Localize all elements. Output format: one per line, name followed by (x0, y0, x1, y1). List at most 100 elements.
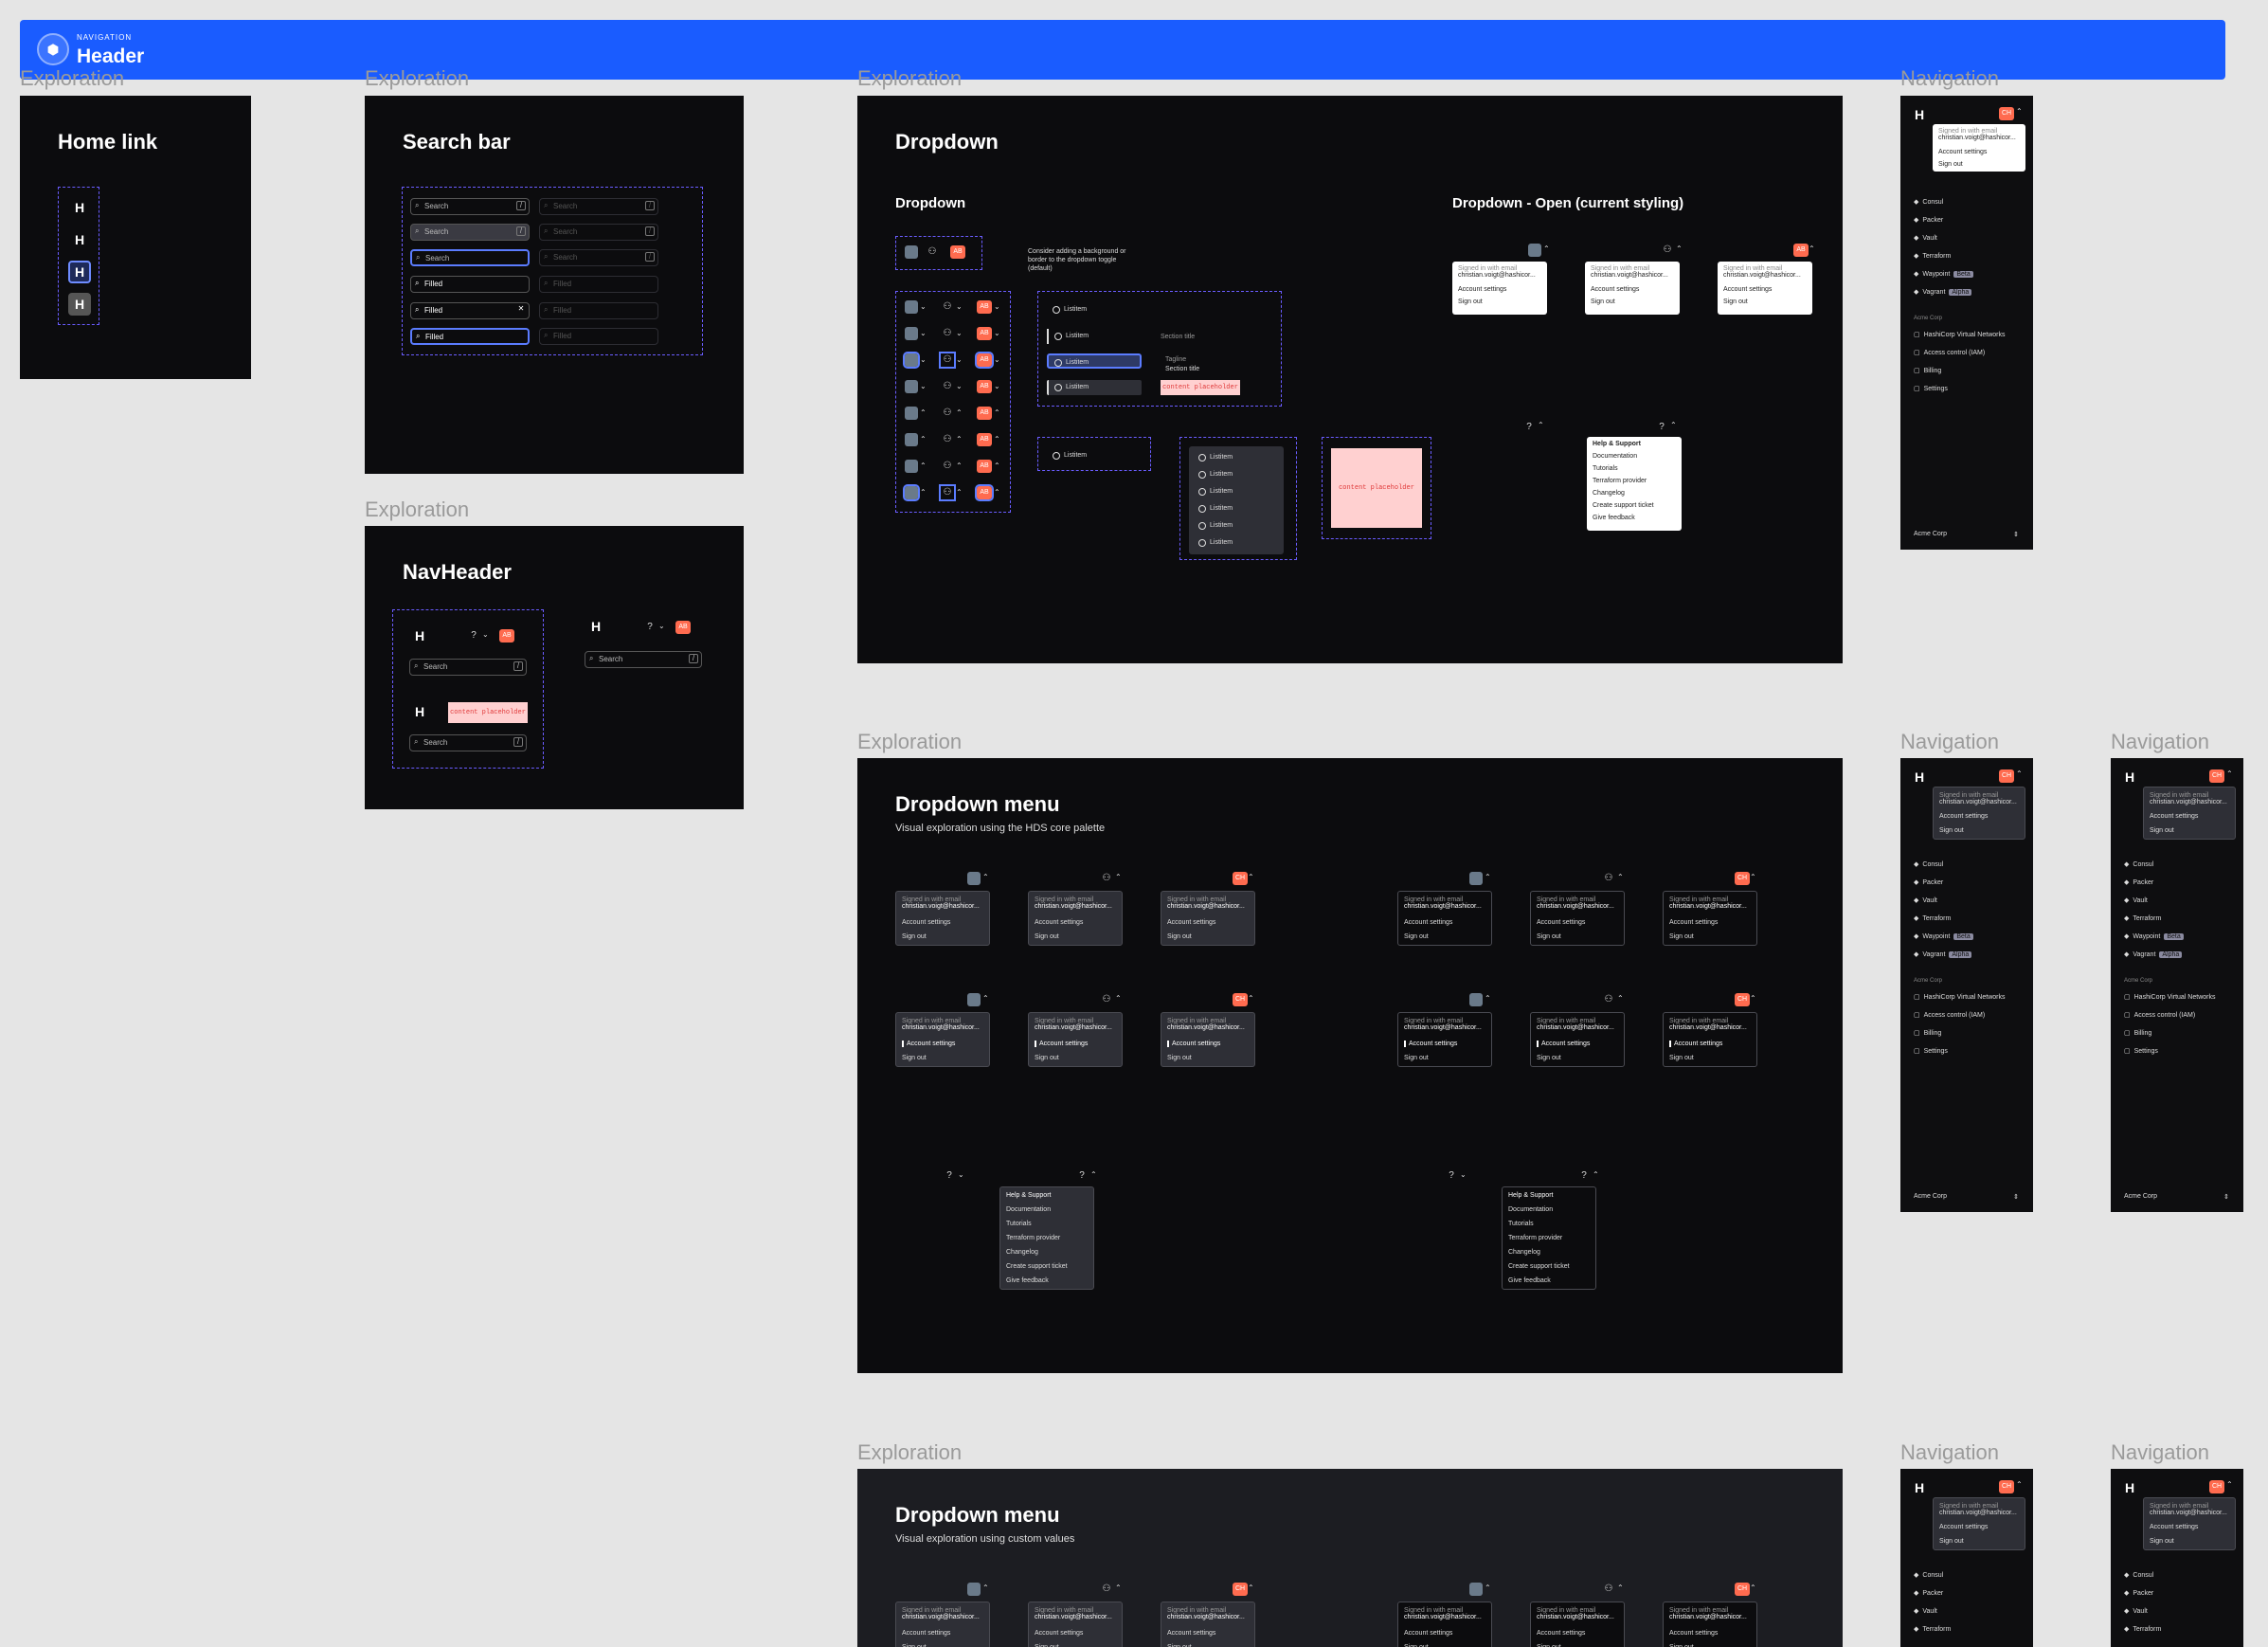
nav-item[interactable]: ▢ Access control (IAM) (1914, 349, 1985, 356)
sign-out-item[interactable]: Sign out (1938, 161, 2020, 168)
menu-item[interactable]: Documentation (1593, 453, 1676, 460)
sign-out-item[interactable]: Sign out (2150, 827, 2229, 834)
account-settings-item[interactable]: Account settings (1939, 1524, 2019, 1530)
sign-out-item[interactable]: Sign out (1167, 1055, 1249, 1061)
search-input[interactable]: ⌕ Filled (410, 328, 530, 345)
sign-out-item[interactable]: Sign out (902, 1055, 983, 1061)
avatar-badge[interactable]: CH (1999, 769, 2014, 783)
avatar-badge[interactable]: AB (977, 460, 992, 473)
list-item[interactable]: Listitem (1047, 329, 1142, 344)
sign-out-item[interactable]: Sign out (1537, 1055, 1618, 1061)
avatar[interactable] (905, 380, 918, 393)
list-item[interactable]: Listitem (1193, 450, 1278, 465)
account-settings-item[interactable]: Account settings (1167, 1630, 1249, 1637)
sign-out-item[interactable]: Sign out (1939, 827, 2019, 834)
avatar-badge[interactable]: CH (1233, 1583, 1248, 1596)
account-settings-item[interactable]: Account settings (1458, 286, 1541, 293)
avatar[interactable] (1469, 872, 1483, 885)
nav-item[interactable]: ◆ Vault (1914, 896, 1937, 904)
nav-item[interactable]: ◆ Terraform (1914, 1625, 1951, 1633)
search-input[interactable]: ⌕ Search / (539, 224, 658, 241)
hashicorp-logo-icon[interactable]: H (586, 617, 605, 636)
nav-item[interactable]: ▢ Settings (1914, 1047, 1948, 1055)
hashicorp-logo-icon[interactable]: H (1910, 1478, 1929, 1497)
nav-item[interactable]: ▢ Billing (2124, 1029, 2151, 1037)
search-input[interactable]: ⌕ Filled (410, 276, 530, 293)
nav-item[interactable]: ◆ Vault (2124, 1607, 2148, 1615)
account-settings-item[interactable]: Account settings (1035, 919, 1116, 926)
list-item[interactable]: Listitem (1193, 467, 1278, 482)
nav-item[interactable]: ◆ Consul (1914, 198, 1943, 206)
search-input[interactable]: ⌕ Filled ✕ (410, 302, 530, 319)
hashicorp-logo-icon[interactable]: H (68, 293, 91, 316)
avatar-badge[interactable]: CH (1735, 993, 1750, 1006)
account-settings-item[interactable]: Account settings (1404, 1041, 1485, 1047)
account-settings-item[interactable]: Account settings (1167, 1041, 1249, 1047)
search-input[interactable]: ⌕ Search / (409, 659, 527, 676)
user-icon[interactable]: ⚇ (941, 300, 954, 314)
list-item[interactable]: Listitem (1047, 302, 1142, 317)
help-icon[interactable]: ? (1445, 1169, 1458, 1183)
nav-item[interactable]: ◆ Packer (1914, 216, 1943, 224)
hashicorp-logo-icon[interactable]: H (68, 261, 91, 283)
list-item[interactable]: Listitem (1193, 501, 1278, 516)
user-icon[interactable]: ⚇ (1602, 993, 1615, 1006)
list-item[interactable]: Listitem (1047, 380, 1142, 395)
user-icon[interactable]: ⚇ (1100, 1583, 1113, 1596)
nav-item[interactable]: ◆ Terraform (1914, 252, 1951, 260)
account-settings-item[interactable]: Account settings (2150, 813, 2229, 820)
avatar-badge[interactable]: AB (1793, 244, 1809, 257)
search-input[interactable]: ⌕ Search / (410, 198, 530, 215)
avatar-badge[interactable]: AB (975, 484, 994, 501)
nav-item[interactable]: ◆ Waypoint Beta (1914, 932, 1973, 940)
menu-item[interactable]: Create support ticket (1508, 1263, 1590, 1270)
avatar-badge[interactable]: CH (1233, 993, 1248, 1006)
sign-out-item[interactable]: Sign out (1669, 933, 1751, 940)
hashicorp-logo-icon[interactable]: H (2120, 768, 2139, 787)
nav-item[interactable]: ▢ Billing (1914, 1029, 1941, 1037)
avatar[interactable] (903, 352, 920, 369)
avatar-badge[interactable]: CH (2209, 1480, 2224, 1493)
hashicorp-logo-icon[interactable]: H (410, 626, 429, 645)
nav-item[interactable]: ◆ Terraform (1914, 914, 1951, 922)
menu-item[interactable]: Changelog (1006, 1249, 1088, 1256)
avatar-badge[interactable]: AB (977, 300, 992, 314)
list-item[interactable]: Listitem (1193, 535, 1278, 551)
account-settings-item[interactable]: Account settings (1035, 1041, 1116, 1047)
hashicorp-logo-icon[interactable]: H (70, 198, 89, 217)
nav-item[interactable]: ◆ Consul (2124, 860, 2153, 868)
search-input[interactable]: ⌕ Search (410, 249, 530, 266)
user-icon[interactable]: ⚇ (1602, 872, 1615, 885)
nav-item[interactable]: ◆ Waypoint Beta (2124, 932, 2184, 940)
nav-item[interactable]: ◆ Packer (2124, 1589, 2153, 1597)
org-switcher[interactable]: Acme Corp ⇕ (1914, 531, 2019, 538)
nav-item[interactable]: ◆ Waypoint Beta (1914, 270, 1973, 278)
avatar-badge[interactable]: CH (1735, 872, 1750, 885)
account-settings-item[interactable]: Account settings (2150, 1524, 2229, 1530)
sign-out-item[interactable]: Sign out (1035, 1055, 1116, 1061)
nav-item[interactable]: ▢ Settings (1914, 385, 1948, 392)
menu-item[interactable]: Give feedback (1006, 1277, 1088, 1284)
avatar[interactable] (1469, 993, 1483, 1006)
nav-item[interactable]: ◆ Consul (1914, 1571, 1943, 1579)
account-settings-item[interactable]: Account settings (1404, 1630, 1485, 1637)
nav-item[interactable]: ▢ HashiCorp Virtual Networks (1914, 993, 2005, 1001)
user-icon[interactable]: ⚇ (939, 352, 956, 369)
account-settings-item[interactable]: Account settings (1938, 149, 2020, 155)
help-icon[interactable]: ? (1522, 421, 1536, 434)
help-icon[interactable]: ? (1075, 1169, 1089, 1183)
user-icon[interactable]: ⚇ (1602, 1583, 1615, 1596)
avatar-badge[interactable]: AB (975, 352, 994, 369)
menu-item[interactable]: Create support ticket (1593, 502, 1676, 509)
menu-item[interactable]: Tutorials (1593, 465, 1676, 472)
nav-item[interactable]: ◆ Vault (1914, 1607, 1937, 1615)
user-icon[interactable]: ⚇ (941, 327, 954, 340)
sign-out-item[interactable]: Sign out (1723, 299, 1807, 305)
avatar-badge[interactable]: CH (1233, 872, 1248, 885)
hashicorp-logo-icon[interactable]: H (2120, 1478, 2139, 1497)
help-icon[interactable]: ? (1655, 421, 1668, 434)
account-settings-item[interactable]: Account settings (1591, 286, 1674, 293)
menu-item[interactable]: Changelog (1593, 490, 1676, 497)
nav-item[interactable]: ◆ Consul (2124, 1571, 2153, 1579)
sign-out-item[interactable]: Sign out (902, 933, 983, 940)
